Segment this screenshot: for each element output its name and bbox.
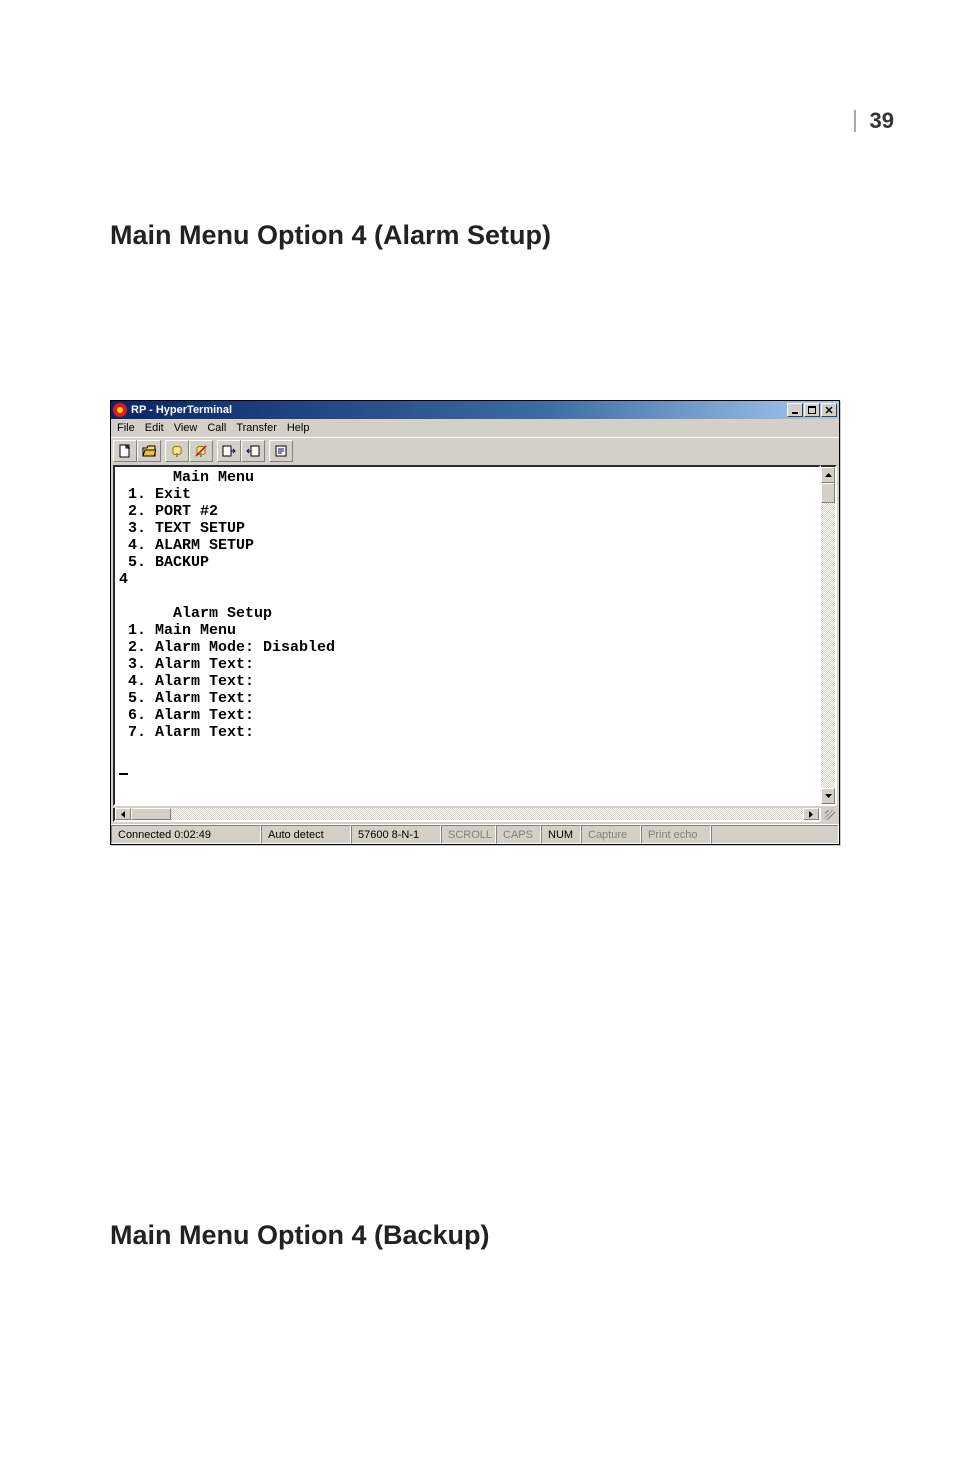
menu-help[interactable]: Help: [287, 422, 310, 434]
main-menu-heading: Main Menu: [119, 469, 254, 486]
statusbar: Connected 0:02:49 Auto detect 57600 8-N-…: [111, 824, 839, 844]
alarm-item-text4: 4. Alarm Text:: [119, 673, 254, 690]
title-controls: [787, 403, 837, 417]
alarm-item-text3: 3. Alarm Text:: [119, 656, 254, 673]
alarm-item-text7: 7. Alarm Text:: [119, 724, 254, 741]
alarm-item-text5: 5. Alarm Text:: [119, 690, 254, 707]
hscroll-thumb[interactable]: [131, 808, 171, 820]
alarm-item-mode: 2. Alarm Mode: Disabled: [119, 639, 335, 656]
menu-transfer[interactable]: Transfer: [236, 422, 277, 434]
hscroll-track[interactable]: [131, 808, 803, 820]
menu-item-port2: 2. PORT #2: [119, 503, 218, 520]
app-icon: [113, 403, 127, 417]
status-caps: CAPS: [496, 825, 541, 844]
open-icon[interactable]: [137, 440, 161, 462]
terminal-output[interactable]: Main Menu 1. Exit 2. PORT #2 3. TEXT SET…: [113, 465, 821, 806]
menu-item-text-setup: 3. TEXT SETUP: [119, 520, 245, 537]
page-number: 39: [854, 110, 894, 132]
scroll-track[interactable]: [821, 483, 835, 788]
minimize-button[interactable]: [787, 403, 803, 417]
terminal-cursor: [119, 773, 128, 775]
status-capture: Capture: [581, 825, 641, 844]
scroll-right-icon[interactable]: [803, 808, 819, 820]
status-detect: Auto detect: [261, 825, 351, 844]
send-icon[interactable]: [217, 440, 241, 462]
toolbar: [111, 437, 839, 463]
alarm-item-text6: 6. Alarm Text:: [119, 707, 254, 724]
menubar: File Edit View Call Transfer Help: [111, 419, 839, 437]
horizontal-scrollbar[interactable]: [113, 808, 821, 822]
scroll-left-icon[interactable]: [115, 808, 131, 820]
status-num: NUM: [541, 825, 581, 844]
maximize-button[interactable]: [804, 403, 820, 417]
menu-view[interactable]: View: [174, 422, 198, 434]
vertical-scrollbar[interactable]: [821, 465, 837, 806]
status-fill: [711, 825, 839, 844]
alarm-setup-heading: Alarm Setup: [119, 605, 272, 622]
section-heading-alarm: Main Menu Option 4 (Alarm Setup): [110, 220, 551, 251]
connect-icon[interactable]: [165, 440, 189, 462]
menu-item-backup: 5. BACKUP: [119, 554, 209, 571]
disconnect-icon[interactable]: [189, 440, 213, 462]
window-title: RP - HyperTerminal: [131, 401, 787, 419]
status-baud: 57600 8-N-1: [351, 825, 441, 844]
scroll-down-icon[interactable]: [821, 788, 835, 804]
new-icon[interactable]: [113, 440, 137, 462]
resize-grip[interactable]: [821, 808, 837, 822]
menu-file[interactable]: File: [117, 422, 135, 434]
status-connected: Connected 0:02:49: [111, 825, 261, 844]
close-button[interactable]: [821, 403, 837, 417]
user-input: 4: [119, 571, 128, 588]
receive-icon[interactable]: [241, 440, 265, 462]
status-echo: Print echo: [641, 825, 711, 844]
status-scroll: SCROLL: [441, 825, 496, 844]
menu-edit[interactable]: Edit: [145, 422, 164, 434]
menu-item-alarm-setup: 4. ALARM SETUP: [119, 537, 254, 554]
menu-item-exit: 1. Exit: [119, 486, 191, 503]
properties-icon[interactable]: [269, 440, 293, 462]
scroll-thumb[interactable]: [821, 483, 835, 503]
scroll-up-icon[interactable]: [821, 467, 835, 483]
titlebar[interactable]: RP - HyperTerminal: [111, 401, 839, 419]
menu-call[interactable]: Call: [207, 422, 226, 434]
section-heading-backup: Main Menu Option 4 (Backup): [110, 1220, 490, 1251]
alarm-item-main-menu: 1. Main Menu: [119, 622, 236, 639]
hyperterminal-window: RP - HyperTerminal File Edit View Call T…: [110, 400, 840, 845]
